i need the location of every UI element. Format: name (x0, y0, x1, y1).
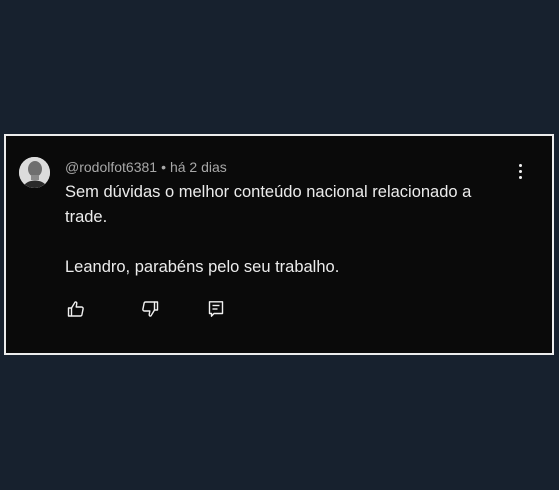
comment-paragraph: Sem dúvidas o melhor conteúdo nacional r… (65, 183, 472, 226)
like-button[interactable] (66, 299, 86, 319)
header-separator: • (161, 159, 166, 175)
author-name[interactable]: @rodolfot6381 (65, 159, 157, 175)
avatar[interactable] (19, 157, 50, 188)
comment-header: @rodolfot6381 • há 2 dias (65, 158, 227, 176)
more-options-button[interactable] (516, 164, 524, 182)
comment-text: Sem dúvidas o melhor conteúdo nacional r… (65, 180, 515, 280)
comment-frame: @rodolfot6381 • há 2 dias Sem dúvidas o me… (4, 134, 554, 355)
user-avatar-icon (19, 157, 50, 188)
comment-time[interactable]: há 2 dias (170, 159, 227, 175)
dislike-button[interactable] (140, 299, 160, 319)
thumbs-up-icon (67, 301, 84, 317)
comment-card: @rodolfot6381 • há 2 dias Sem dúvidas o me… (6, 136, 552, 353)
comment-paragraph: Leandro, parabéns pelo seu trabalho. (65, 258, 340, 276)
reply-comment-icon (208, 301, 224, 317)
vertical-ellipsis-icon (516, 164, 524, 179)
reply-button[interactable] (206, 299, 226, 319)
thumbs-down-icon (142, 301, 159, 317)
